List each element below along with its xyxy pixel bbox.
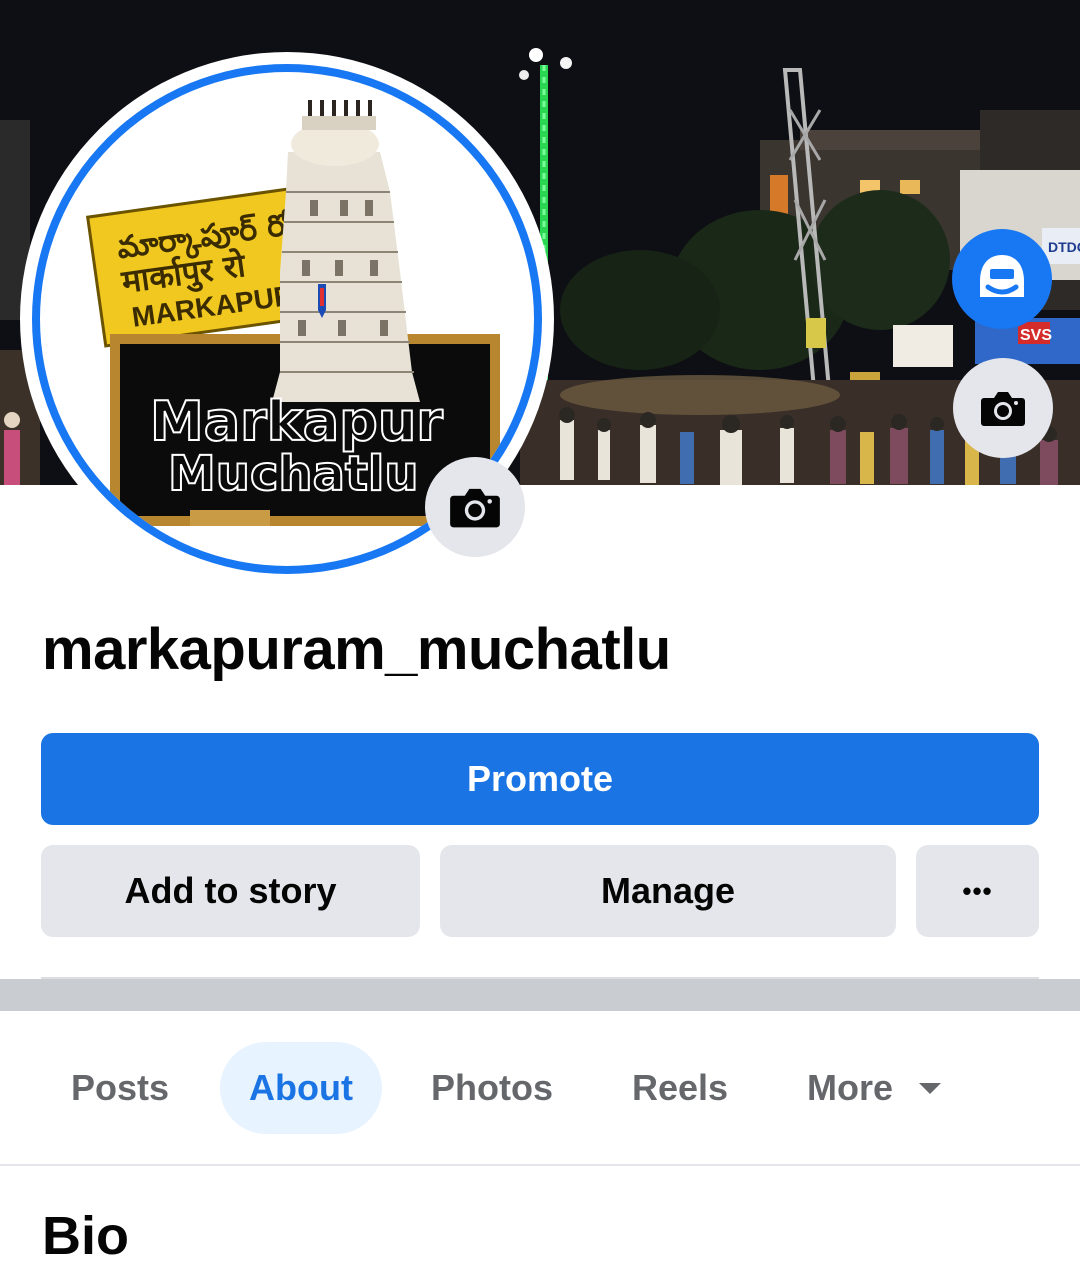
board-line2-text: Muchatlu — [168, 446, 419, 502]
tab-about-label: About — [249, 1067, 353, 1108]
page-name: markapuram_muchatlu — [42, 617, 671, 682]
board-line1-text: Markapur — [150, 390, 443, 453]
tabs-divider — [0, 1164, 1080, 1166]
section-divider — [0, 979, 1080, 1011]
tab-photos[interactable]: Photos — [410, 1042, 574, 1134]
svs-sign: SVS — [1020, 327, 1052, 344]
promote-button-label: Promote — [466, 758, 614, 799]
tab-posts[interactable]: Posts — [40, 1042, 200, 1134]
edit-profile-picture-button[interactable] — [425, 457, 525, 557]
more-options-icon: ••• — [962, 875, 993, 906]
more-options-button[interactable]: ••• — [916, 845, 1039, 937]
promote-button[interactable]: Promote — [41, 733, 1039, 825]
tab-posts-label: Posts — [70, 1067, 170, 1108]
manage-button[interactable]: Manage — [440, 845, 896, 937]
switch-profile-button[interactable] — [952, 229, 1052, 329]
section-title: Bio — [42, 1206, 129, 1266]
tab-reels[interactable]: Reels — [610, 1042, 750, 1134]
edit-cover-photo-button[interactable] — [953, 358, 1053, 458]
camera-icon — [450, 488, 500, 528]
tab-photos-label: Photos — [431, 1067, 553, 1108]
dtdc-sign: DTDC — [1048, 239, 1080, 255]
tab-more[interactable]: More — [790, 1042, 960, 1134]
caret-down-icon — [919, 1083, 941, 1094]
add-to-story-label: Add to story — [124, 870, 337, 911]
add-to-story-button[interactable]: Add to story — [41, 845, 420, 937]
camera-icon — [981, 392, 1025, 426]
tab-reels-label: Reels — [631, 1067, 729, 1108]
avatar-switch-icon — [980, 255, 1024, 297]
manage-button-label: Manage — [600, 870, 736, 911]
tab-more-label: More — [806, 1067, 893, 1108]
tab-about[interactable]: About — [220, 1042, 382, 1134]
